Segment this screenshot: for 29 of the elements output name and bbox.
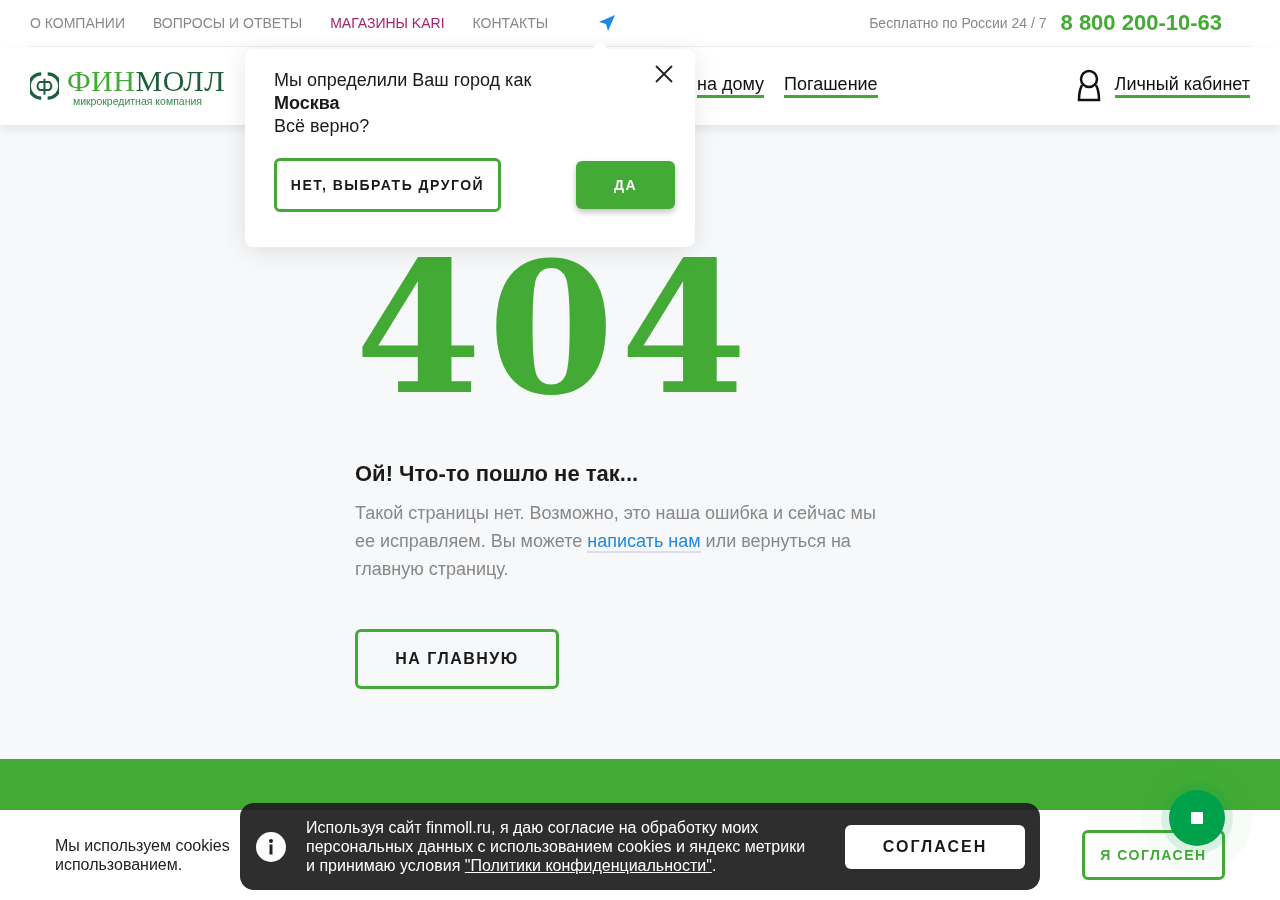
privacy-policy-link[interactable]: "Политики конфиденциальности" xyxy=(464,857,712,874)
city-name: Москва xyxy=(274,92,340,115)
city-message: Мы определили Ваш город как xyxy=(274,69,532,92)
top-nav-link[interactable]: ВОПРОСЫ И ОТВЕТЫ xyxy=(152,15,303,31)
logo-wordmark: ФИНМОЛЛ xyxy=(66,65,225,96)
cookie-text: Мы используем cookies xyxy=(55,836,230,855)
consent-text: Используя сайт finmoll.ru, я даю согласие на обработку моих персональных данных с использованием cookies и яндекс метрики и принимаю условия "Политики конфиденциальности". xyxy=(306,818,807,875)
hotline-caption: Бесплатно по России 24 / 7 xyxy=(869,15,1047,31)
info-icon xyxy=(256,831,286,862)
top-nav-link[interactable]: МАГАЗИНЫ KARI xyxy=(330,15,445,31)
close-icon xyxy=(653,63,675,85)
error-code: 404 xyxy=(355,237,753,419)
error-title: Ой! Что-то пошло не так... xyxy=(355,461,639,487)
contact-link[interactable]: написать нам xyxy=(587,531,701,553)
account-link[interactable]: Личный кабинет xyxy=(1114,74,1250,98)
error-message: Такой страницы нет. Возможно, это наша ошибка и сейчас мы ее исправляем. Вы можете написать нам или вернуться на главную страницу. xyxy=(355,502,877,581)
choose-city-button[interactable]: НЕТ, ВЫБРАТЬ ДРУГОЙ xyxy=(274,158,501,212)
top-nav-link[interactable]: О КОМПАНИИ xyxy=(30,15,125,31)
stop-icon xyxy=(1191,812,1203,824)
cookie-text: использованием. xyxy=(55,855,184,874)
top-nav-link[interactable]: КОНТАКТЫ xyxy=(472,15,549,31)
main-nav-link[interactable]: Погашение xyxy=(784,74,878,98)
logo-tagline: микрокредитная компания xyxy=(72,95,203,107)
close-button[interactable] xyxy=(653,63,675,85)
location-arrow-icon[interactable] xyxy=(598,14,617,32)
consent-button[interactable]: СОГЛАСЕН xyxy=(845,824,1025,869)
user-icon[interactable] xyxy=(1076,69,1101,103)
city-question: Всё верно? xyxy=(274,115,370,138)
home-button[interactable]: НА ГЛАВНУЮ xyxy=(355,629,559,689)
